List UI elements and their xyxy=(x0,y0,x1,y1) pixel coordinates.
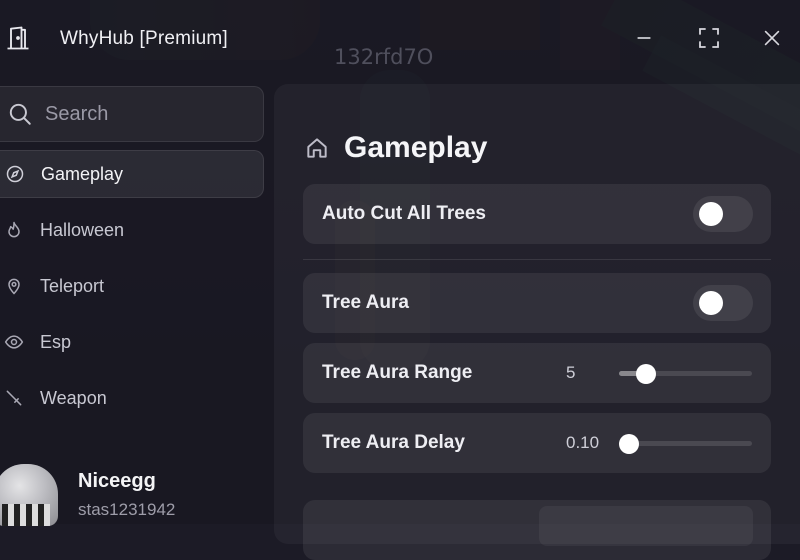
app-title: WhyHub [Premium] xyxy=(60,28,228,49)
setting-tree-aura: Tree Aura xyxy=(303,273,771,333)
slider-thumb[interactable] xyxy=(636,363,657,384)
map-pin-icon xyxy=(4,276,24,296)
tree-aura-toggle[interactable] xyxy=(693,285,753,321)
auto-cut-toggle[interactable] xyxy=(693,196,753,232)
close-icon[interactable] xyxy=(758,24,786,52)
setting-tree-aura-delay: Tree Aura Delay 0.10 xyxy=(303,413,771,473)
content-panel: Gameplay Auto Cut All Trees Tree Aura Tr… xyxy=(274,84,800,560)
profile-username: stas1231942 xyxy=(78,500,176,519)
page-title: Gameplay xyxy=(344,131,488,164)
section-divider xyxy=(303,259,771,260)
flame-icon xyxy=(4,220,24,240)
sidebar-item-halloween[interactable]: Halloween xyxy=(0,206,264,254)
search-box[interactable] xyxy=(0,86,264,142)
setting-label: Auto Cut All Trees xyxy=(322,203,486,224)
setting-label: Tree Aura Range xyxy=(322,362,473,383)
sidebar-item-label: Teleport xyxy=(40,275,105,296)
watermark-text: 132rfd7O xyxy=(334,45,434,69)
user-profile: Niceegg stas1231942 xyxy=(0,464,266,526)
setting-auto-cut-all-trees: Auto Cut All Trees xyxy=(303,184,771,244)
sidebar-item-label: Weapon xyxy=(40,387,107,408)
search-input[interactable] xyxy=(43,101,237,127)
tree-aura-range-slider[interactable] xyxy=(619,363,752,384)
minimize-icon[interactable] xyxy=(630,24,658,52)
page-header: Gameplay xyxy=(304,128,487,168)
tree-aura-delay-slider[interactable] xyxy=(619,433,752,454)
setting-label: Tree Aura Delay xyxy=(322,432,465,453)
search-icon xyxy=(7,101,33,127)
slider-thumb[interactable] xyxy=(619,433,639,454)
profile-display-name: Niceegg xyxy=(78,470,156,492)
slider-value: 0.10 xyxy=(566,433,600,452)
eye-icon xyxy=(4,332,24,352)
setting-label: Tree Aura xyxy=(322,292,409,313)
slider-value: 5 xyxy=(566,363,576,382)
toggle-knob xyxy=(699,291,723,315)
setting-tree-aura-range: Tree Aura Range 5 xyxy=(303,343,771,403)
title-bar[interactable]: WhyHub [Premium] 132rfd7O xyxy=(0,0,800,76)
compass-icon xyxy=(5,164,25,184)
hub-window: WhyHub [Premium] 132rfd7O Search Gamepla… xyxy=(0,0,800,560)
setting-row-partial xyxy=(303,500,771,560)
avatar xyxy=(0,464,58,526)
sidebar-item-label: Esp xyxy=(40,331,72,352)
sidebar-item-teleport[interactable]: Teleport xyxy=(0,262,264,310)
sidebar: Gameplay Halloween Teleport Esp Weapon xyxy=(0,84,266,526)
sword-icon xyxy=(4,388,24,408)
dropdown-partial[interactable] xyxy=(539,506,753,546)
maximize-icon[interactable] xyxy=(695,24,723,52)
sidebar-item-label: Halloween xyxy=(40,219,125,240)
sidebar-item-weapon[interactable]: Weapon xyxy=(0,374,264,422)
door-icon xyxy=(4,24,32,52)
sidebar-item-gameplay[interactable]: Gameplay xyxy=(0,150,264,198)
toggle-knob xyxy=(699,202,723,226)
sidebar-item-esp[interactable]: Esp xyxy=(0,318,264,366)
sidebar-item-label: Gameplay xyxy=(41,163,124,184)
home-icon xyxy=(304,135,330,161)
